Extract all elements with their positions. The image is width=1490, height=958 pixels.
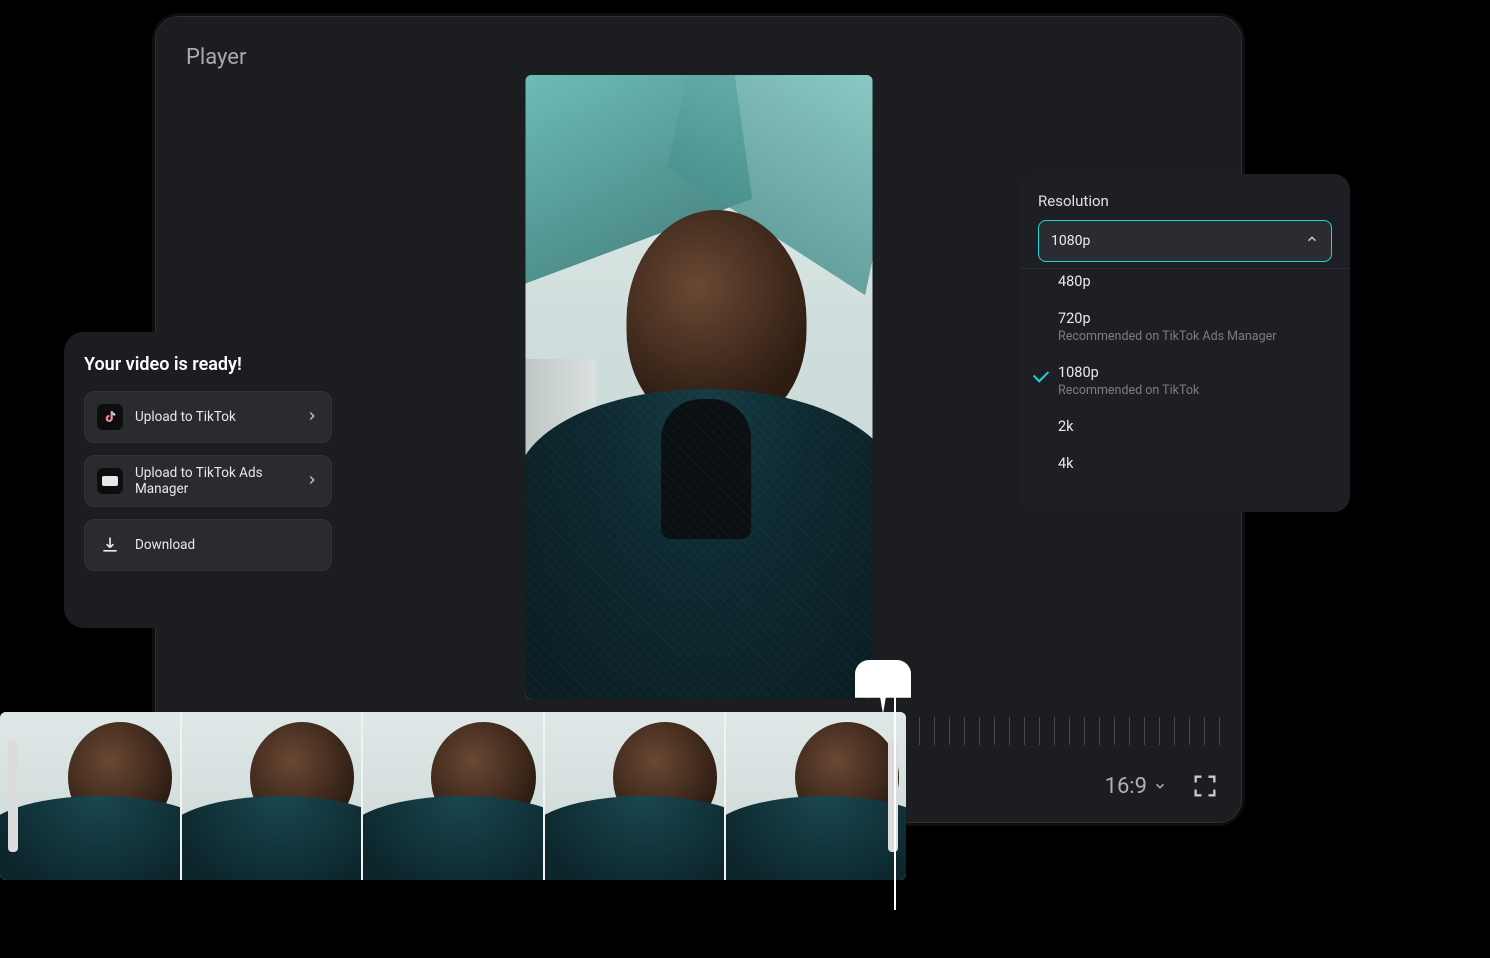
upload-tiktok-label: Upload to TikTok bbox=[135, 409, 293, 425]
chevron-right-icon bbox=[305, 408, 319, 427]
upload-ads-manager-button[interactable]: Upload to TikTok Ads Manager bbox=[84, 455, 332, 507]
resolution-options-list: 480p 720p Recommended on TikTok Ads Manage… bbox=[1020, 268, 1350, 482]
ads-manager-icon bbox=[97, 468, 123, 494]
timeline-frame bbox=[363, 712, 543, 880]
fullscreen-button[interactable] bbox=[1191, 772, 1219, 800]
player-footer: 16:9 bbox=[1105, 772, 1219, 800]
resolution-option-2k[interactable]: 2k bbox=[1020, 408, 1350, 445]
resolution-option-1080p[interactable]: 1080p Recommended on TikTok bbox=[1020, 354, 1350, 408]
resolution-select[interactable]: 1080p bbox=[1038, 220, 1332, 262]
video-preview[interactable] bbox=[525, 75, 872, 699]
resolution-option-720p[interactable]: 720p Recommended on TikTok Ads Manager bbox=[1020, 300, 1350, 354]
resolution-title: Resolution bbox=[1038, 192, 1332, 210]
timeline-cursor[interactable] bbox=[894, 672, 896, 910]
resolution-option-480p[interactable]: 480p bbox=[1020, 269, 1350, 300]
export-ready-card: Your video is ready! Upload to TikTok Up… bbox=[64, 332, 352, 628]
aspect-ratio-selector[interactable]: 16:9 bbox=[1105, 774, 1167, 799]
resolution-option-subtitle: Recommended on TikTok Ads Manager bbox=[1058, 329, 1332, 344]
download-label: Download bbox=[135, 537, 319, 553]
clip-handle-left[interactable] bbox=[8, 740, 18, 852]
chevron-right-icon bbox=[305, 472, 319, 491]
player-title: Player bbox=[186, 45, 246, 70]
resolution-option-label: 1080p bbox=[1058, 364, 1332, 381]
resolution-option-label: 720p bbox=[1058, 310, 1332, 327]
resolution-option-label: 4k bbox=[1058, 455, 1332, 472]
resolution-panel: Resolution 1080p 480p 720p Recommended on … bbox=[1020, 174, 1350, 512]
export-ready-title: Your video is ready! bbox=[84, 354, 332, 375]
aspect-ratio-label: 16:9 bbox=[1105, 774, 1147, 799]
timeline-filmstrip bbox=[0, 712, 906, 880]
timeline-frame bbox=[545, 712, 725, 880]
resolution-selected-value: 1080p bbox=[1051, 233, 1090, 249]
timeline-frame bbox=[0, 712, 180, 880]
chevron-up-icon bbox=[1305, 232, 1319, 250]
resolution-option-subtitle: Recommended on TikTok bbox=[1058, 383, 1332, 398]
upload-tiktok-button[interactable]: Upload to TikTok bbox=[84, 391, 332, 443]
tiktok-icon bbox=[97, 404, 123, 430]
clip-handle-right[interactable] bbox=[888, 740, 898, 852]
resolution-option-label: 2k bbox=[1058, 418, 1332, 435]
timeline-frame bbox=[726, 712, 906, 880]
resolution-option-4k[interactable]: 4k bbox=[1020, 445, 1350, 482]
resolution-option-label: 480p bbox=[1058, 273, 1332, 290]
chevron-down-icon bbox=[1153, 774, 1167, 799]
download-button[interactable]: Download bbox=[84, 519, 332, 571]
timeline-frame bbox=[182, 712, 362, 880]
timeline-clip[interactable] bbox=[0, 712, 906, 880]
upload-ads-label: Upload to TikTok Ads Manager bbox=[135, 465, 293, 497]
download-icon bbox=[97, 532, 123, 558]
